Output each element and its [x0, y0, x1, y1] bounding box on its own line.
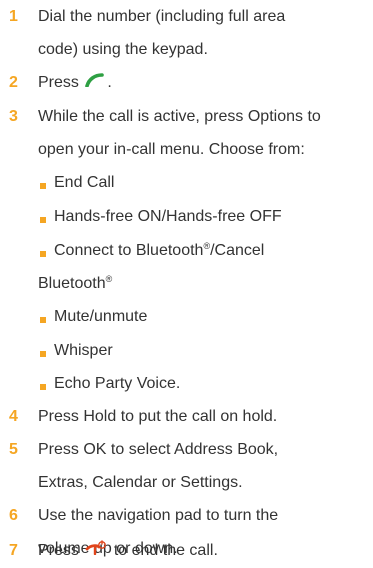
menu-option-label: Whisper	[54, 342, 113, 359]
step-number: 6	[9, 507, 18, 524]
bullet-square	[40, 217, 46, 223]
step-number: 7	[9, 542, 18, 559]
step-text: Press	[38, 542, 79, 560]
step-text-line: Press to end the call.	[38, 535, 370, 567]
bullet-square	[40, 384, 46, 390]
bullet-square	[40, 317, 46, 323]
bullet-square	[40, 183, 46, 189]
step-text-line: Press OK to select Address Book,	[38, 441, 279, 458]
registered-mark: ®	[105, 274, 113, 284]
step-number: 2	[9, 74, 18, 91]
step-text-line: Dial the number (including full area	[38, 8, 286, 25]
step-number: 3	[9, 108, 18, 125]
bullet-square	[40, 251, 46, 257]
step-text: Press	[38, 74, 79, 92]
step-number: 4	[9, 408, 18, 425]
end-call-icon	[85, 535, 107, 567]
step-text: to end the call.	[113, 542, 218, 560]
step-number: 1	[9, 8, 18, 25]
step-number: 5	[9, 441, 18, 458]
step-text-line: Extras, Calendar or Settings.	[38, 474, 243, 491]
menu-option-label: End Call	[54, 174, 115, 191]
bullet-square	[40, 351, 46, 357]
menu-option-label: Bluetooth®	[38, 274, 113, 293]
menu-option-label: Echo Party Voice.	[54, 375, 181, 392]
step-text-line: Press .	[38, 67, 370, 99]
step-text: .	[107, 74, 112, 92]
step-text-line: open your in-call menu. Choose from:	[38, 141, 305, 158]
menu-option-label: Hands-free ON/Hands-free OFF	[54, 208, 282, 225]
step-text-line: code) using the keypad.	[38, 41, 208, 58]
step-text-line: Press Hold to put the call on hold.	[38, 408, 278, 425]
menu-option-label: Connect to Bluetooth®/Cancel	[54, 241, 265, 260]
step-text-line: Use the navigation pad to turn the	[38, 507, 279, 524]
step-text-line: While the call is active, press Options …	[38, 108, 321, 125]
send-call-icon	[85, 67, 105, 99]
menu-option-label: Mute/unmute	[54, 308, 148, 325]
